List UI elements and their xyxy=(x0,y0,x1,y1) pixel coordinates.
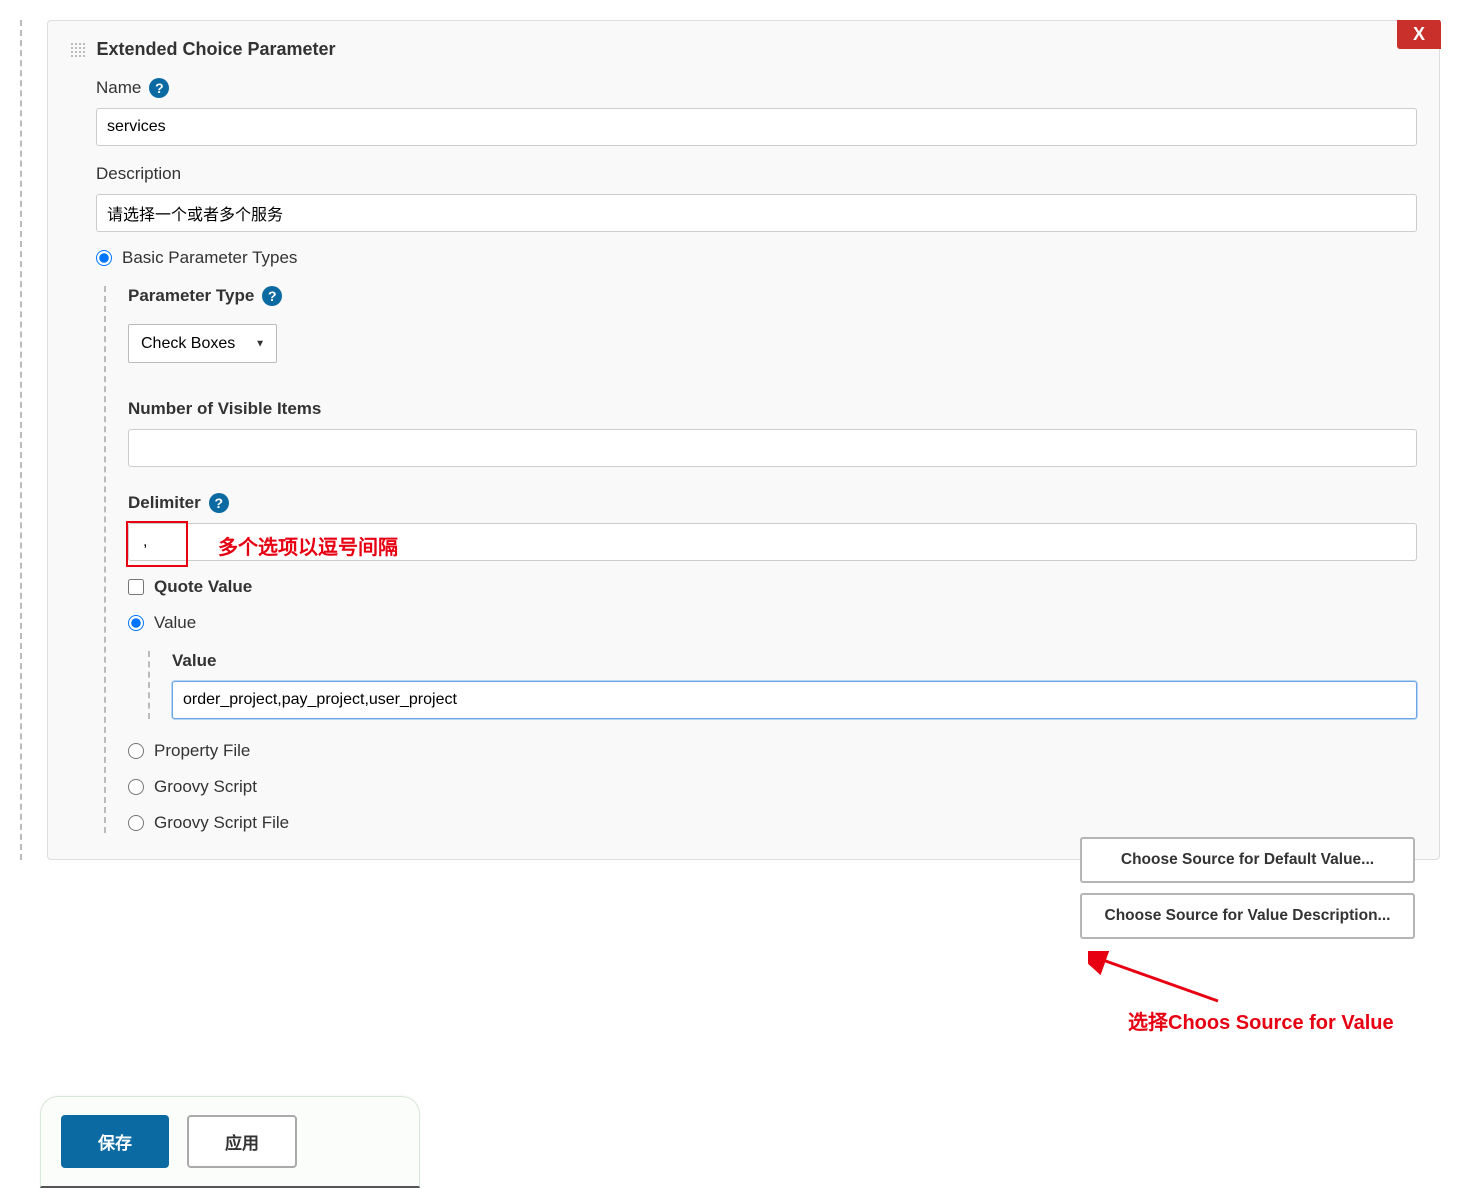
description-input[interactable] xyxy=(96,194,1417,232)
groovy-script-radio-row[interactable]: Groovy Script xyxy=(128,777,1417,797)
value-radio-label: Value xyxy=(154,613,196,633)
apply-button[interactable]: 应用 xyxy=(187,1115,297,1168)
save-button[interactable]: 保存 xyxy=(61,1115,169,1168)
basic-param-types-radio[interactable]: Basic Parameter Types xyxy=(96,248,1417,268)
property-file-radio[interactable] xyxy=(128,743,144,759)
delimiter-label: Delimiter ? xyxy=(128,493,1417,513)
help-icon[interactable]: ? xyxy=(149,78,169,98)
groovy-script-file-radio[interactable] xyxy=(128,815,144,831)
groovy-script-label: Groovy Script xyxy=(154,777,257,797)
groovy-script-file-label: Groovy Script File xyxy=(154,813,289,833)
description-label: Description xyxy=(96,164,1417,184)
annotation-text-source: 选择Choos Source for Value xyxy=(1128,1006,1394,1035)
parameter-type-label: Parameter Type ? xyxy=(128,286,1417,306)
help-icon[interactable]: ? xyxy=(209,493,229,513)
annotation-arrow-icon xyxy=(1088,951,1228,1011)
value-radio[interactable] xyxy=(128,615,144,631)
basic-param-types-radio-input[interactable] xyxy=(96,250,112,266)
drag-handle-icon[interactable] xyxy=(70,42,86,58)
num-visible-label: Number of Visible Items xyxy=(128,399,1417,419)
quote-value-checkbox[interactable] xyxy=(128,579,144,595)
value-field-label: Value xyxy=(172,651,1417,671)
property-file-label: Property File xyxy=(154,741,250,761)
property-file-radio-row[interactable]: Property File xyxy=(128,741,1417,761)
quote-value-label: Quote Value xyxy=(154,577,252,597)
value-radio-row[interactable]: Value xyxy=(128,613,1417,633)
annotation-text: 多个选项以逗号间隔 xyxy=(218,531,398,560)
groovy-script-radio[interactable] xyxy=(128,779,144,795)
parameter-type-select[interactable]: Check Boxes xyxy=(128,324,277,363)
value-input[interactable] xyxy=(172,681,1417,719)
help-icon[interactable]: ? xyxy=(262,286,282,306)
parameter-panel: X Extended Choice Parameter Name ? Descr… xyxy=(47,20,1440,860)
choose-source-default-button[interactable]: Choose Source for Default Value... xyxy=(1080,837,1415,883)
panel-title: Extended Choice Parameter xyxy=(96,39,335,60)
groovy-script-file-radio-row[interactable]: Groovy Script File xyxy=(128,813,1417,833)
close-button[interactable]: X xyxy=(1397,20,1441,49)
footer-actions: 保存 应用 xyxy=(40,1096,420,1188)
name-input[interactable] xyxy=(96,108,1417,146)
num-visible-input[interactable] xyxy=(128,429,1417,467)
quote-value-checkbox-row[interactable]: Quote Value xyxy=(128,577,1417,597)
name-label: Name ? xyxy=(96,78,1417,98)
choose-source-description-button[interactable]: Choose Source for Value Description... xyxy=(1080,893,1415,939)
basic-param-types-label: Basic Parameter Types xyxy=(122,248,297,268)
